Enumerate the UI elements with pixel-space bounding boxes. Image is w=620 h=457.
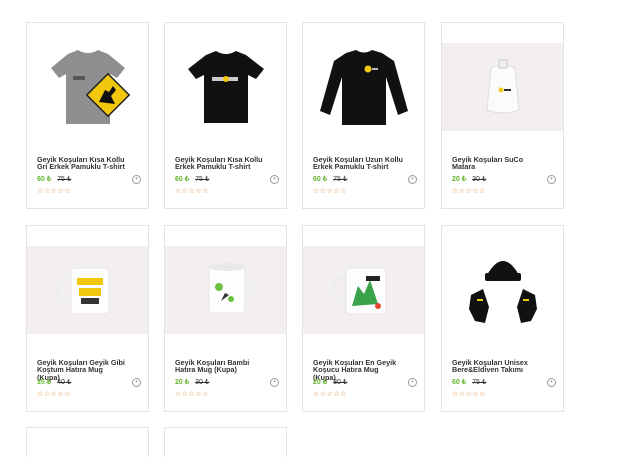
product-title[interactable]: Geyik Koşuları Uzun Kollu Erkek Pamuklu … bbox=[313, 156, 403, 171]
price-row: 60 ₺ 75 ₺ bbox=[313, 175, 347, 183]
price-row: 35 ₺ 40 ₺ bbox=[37, 378, 71, 386]
rating-stars: ☆☆☆☆☆ bbox=[37, 188, 71, 195]
product-image[interactable] bbox=[303, 43, 424, 131]
original-price: 75 ₺ bbox=[333, 176, 348, 183]
product-image[interactable] bbox=[442, 43, 563, 131]
original-price: 75 ₺ bbox=[472, 379, 487, 386]
original-price: 75 ₺ bbox=[57, 176, 72, 183]
original-price: 40 ₺ bbox=[57, 379, 72, 386]
product-title[interactable]: Geyik Koşuları Bambi Hatıra Mug (Kupa) bbox=[175, 359, 265, 374]
cart-plus-icon[interactable]: + bbox=[132, 175, 141, 184]
original-price: 30 ₺ bbox=[333, 379, 348, 386]
beanie-gloves-image bbox=[468, 261, 537, 323]
cart-plus-icon[interactable]: + bbox=[547, 175, 556, 184]
price-row: 60 ₺ 75 ₺ bbox=[175, 175, 209, 183]
grey-tshirt-image bbox=[50, 50, 130, 124]
sale-price: 20 ₺ bbox=[452, 176, 467, 183]
sale-price: 20 ₺ bbox=[313, 379, 328, 386]
product-card[interactable]: Geyik Koşuları SuCo Matara 20 ₺ 30 ₺ ☆☆☆… bbox=[441, 22, 564, 209]
cart-plus-icon[interactable]: + bbox=[270, 175, 279, 184]
product-title[interactable]: Geyik Koşuları SuCo Matara bbox=[452, 156, 542, 171]
product-image[interactable] bbox=[27, 246, 148, 334]
product-card[interactable]: Geyik Koşuları Unisex Bere&Eldiven Takım… bbox=[441, 225, 564, 412]
product-card[interactable]: Geyik Koşuları Geyik Gibi Koştum Hatıra … bbox=[26, 225, 149, 412]
product-card[interactable]: Geyik Koşuları Uzun Kollu Erkek Pamuklu … bbox=[302, 22, 425, 209]
sale-price: 35 ₺ bbox=[37, 379, 52, 386]
mug-green-image bbox=[330, 267, 386, 315]
price-row: 20 ₺ 30 ₺ bbox=[313, 378, 347, 386]
product-title[interactable]: Geyik Koşuları Kısa Kollu Gri Erkek Pamu… bbox=[37, 156, 127, 171]
rating-stars: ☆☆☆☆☆ bbox=[37, 391, 71, 398]
black-tshirt-image bbox=[187, 51, 264, 123]
sale-price: 20 ₺ bbox=[175, 379, 190, 386]
product-card[interactable]: Geyik Koşuları Kısa Kollu Erkek Pamuklu … bbox=[164, 22, 287, 209]
product-card[interactable] bbox=[26, 427, 149, 457]
rating-stars: ☆☆☆☆☆ bbox=[452, 188, 486, 195]
cart-plus-icon[interactable]: + bbox=[547, 378, 556, 387]
original-price: 30 ₺ bbox=[195, 379, 210, 386]
rating-stars: ☆☆☆☆☆ bbox=[313, 188, 347, 195]
rating-stars: ☆☆☆☆☆ bbox=[175, 391, 209, 398]
product-image[interactable] bbox=[165, 43, 286, 131]
cart-plus-icon[interactable]: + bbox=[408, 378, 417, 387]
sale-price: 60 ₺ bbox=[313, 176, 328, 183]
product-card[interactable]: Geyik Koşuları Bambi Hatıra Mug (Kupa) 2… bbox=[164, 225, 287, 412]
product-image[interactable] bbox=[442, 246, 563, 334]
cart-plus-icon[interactable]: + bbox=[408, 175, 417, 184]
rating-stars: ☆☆☆☆☆ bbox=[452, 391, 486, 398]
rating-stars: ☆☆☆☆☆ bbox=[175, 188, 209, 195]
price-row: 20 ₺ 30 ₺ bbox=[175, 378, 209, 386]
price-row: 60 ₺ 75 ₺ bbox=[37, 175, 71, 183]
mug-yellow-image bbox=[55, 267, 109, 315]
sale-price: 60 ₺ bbox=[37, 176, 52, 183]
mug-bambi-image bbox=[208, 263, 254, 314]
product-title[interactable]: Geyik Koşuları Kısa Kollu Erkek Pamuklu … bbox=[175, 156, 265, 171]
original-price: 30 ₺ bbox=[472, 176, 487, 183]
cart-plus-icon[interactable]: + bbox=[270, 378, 279, 387]
product-image[interactable] bbox=[165, 246, 286, 334]
product-card[interactable]: Geyik Koşuları En Geyik Koşucu Hatıra Mu… bbox=[302, 225, 425, 412]
product-card[interactable]: Geyik Koşuları Kısa Kollu Gri Erkek Pamu… bbox=[26, 22, 149, 209]
cart-plus-icon[interactable]: + bbox=[132, 378, 141, 387]
price-row: 20 ₺ 30 ₺ bbox=[452, 175, 486, 183]
product-image[interactable] bbox=[303, 246, 424, 334]
product-image[interactable] bbox=[27, 43, 148, 131]
product-card[interactable] bbox=[164, 427, 287, 457]
sale-price: 60 ₺ bbox=[175, 176, 190, 183]
price-row: 60 ₺ 75 ₺ bbox=[452, 378, 486, 386]
rating-stars: ☆☆☆☆☆ bbox=[313, 391, 347, 398]
product-title[interactable]: Geyik Koşuları Unisex Bere&Eldiven Takım… bbox=[452, 359, 542, 374]
original-price: 75 ₺ bbox=[195, 176, 210, 183]
black-longsleeve-image bbox=[319, 50, 408, 125]
water-pouch-image bbox=[485, 59, 520, 114]
sale-price: 60 ₺ bbox=[452, 379, 467, 386]
